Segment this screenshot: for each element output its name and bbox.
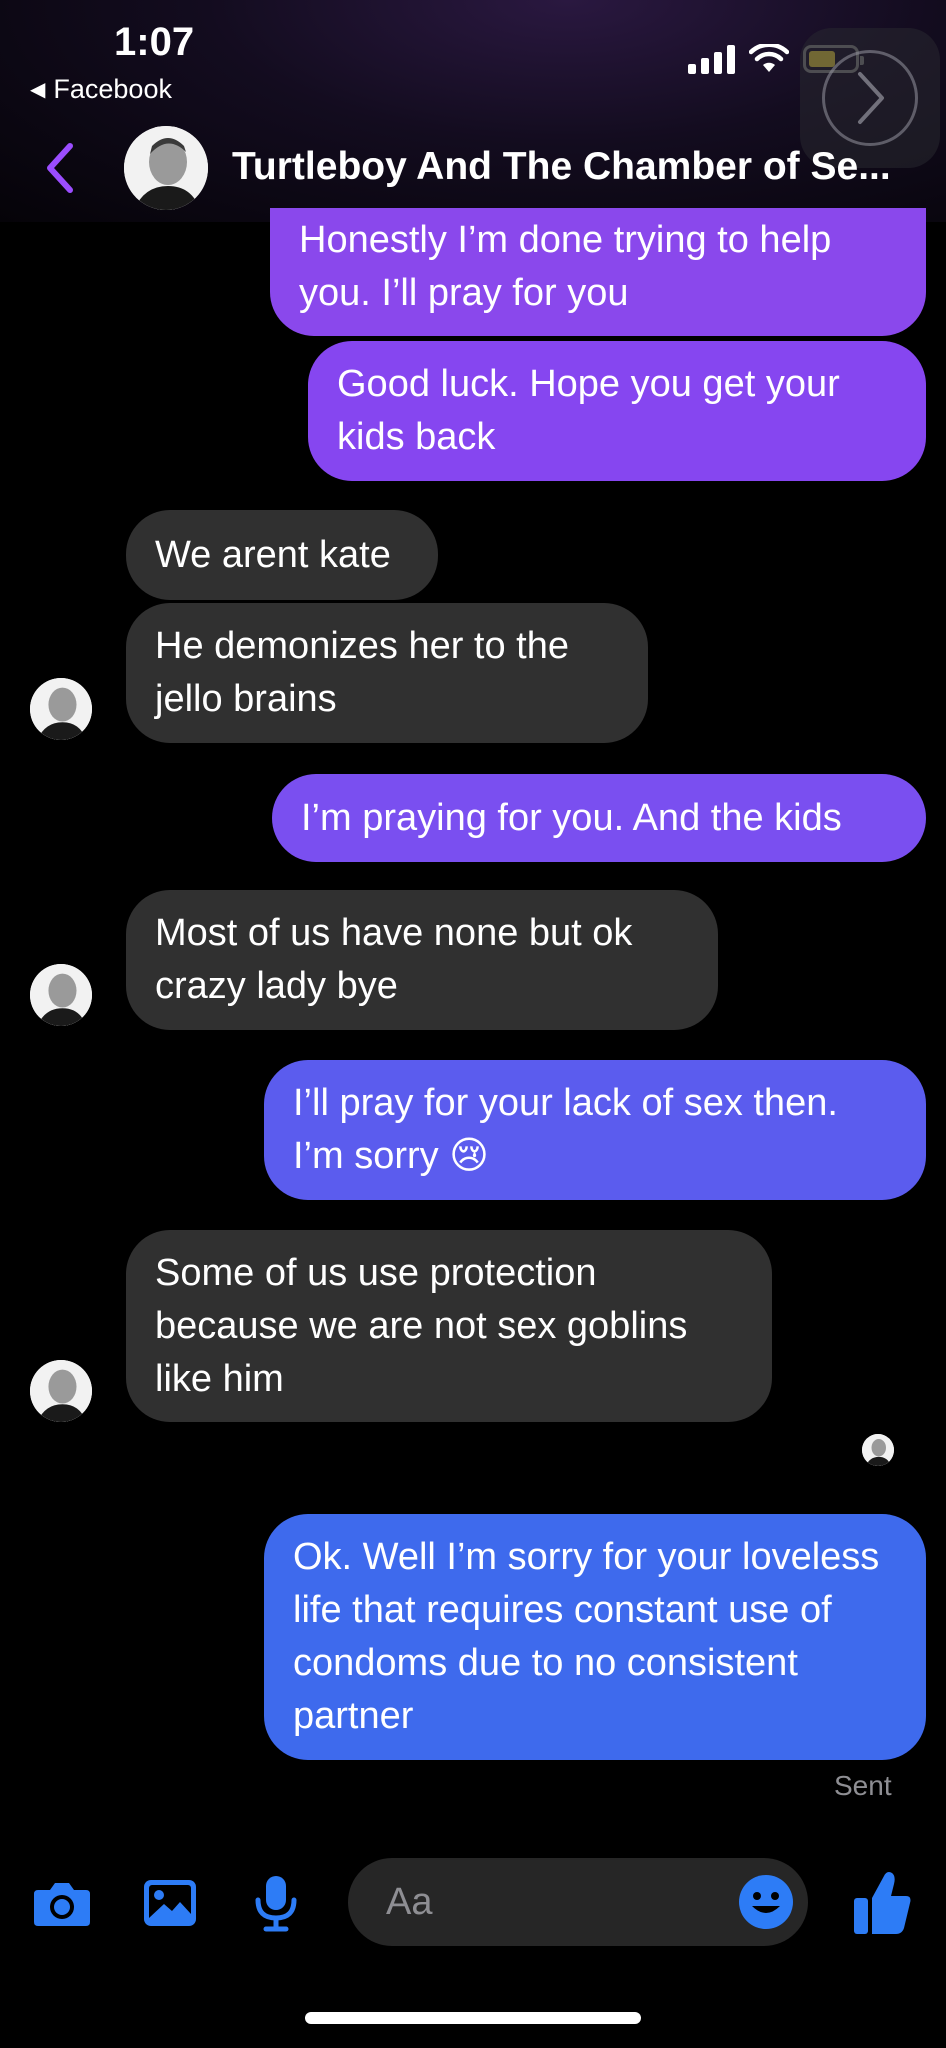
message-bubble-received[interactable]: Some of us use protection because we are… bbox=[126, 1230, 772, 1422]
sender-avatar[interactable] bbox=[30, 1360, 92, 1422]
chat-avatar[interactable] bbox=[124, 126, 208, 210]
message-bubble-sent[interactable]: I’ll pray for your lack of sex then. I’m… bbox=[264, 1060, 926, 1200]
message-text: Honestly I’m done trying to help you. I’… bbox=[299, 219, 832, 314]
camera-button[interactable] bbox=[24, 1858, 100, 1948]
message-bubble-sent[interactable]: Good luck. Hope you get your kids back bbox=[308, 341, 926, 481]
message-bubble-sent[interactable]: Ok. Well I’m sorry for your loveless lif… bbox=[264, 1514, 926, 1760]
back-app-label: Facebook bbox=[53, 74, 172, 104]
microphone-icon bbox=[255, 1876, 297, 1932]
chat-title[interactable]: Turtleboy And The Chamber of Se... bbox=[232, 145, 942, 189]
message-text: I’m praying for you. And the kids bbox=[301, 796, 842, 839]
message-bubble-received[interactable]: We arent kate bbox=[126, 510, 438, 600]
message-text: We arent kate bbox=[155, 533, 391, 576]
wifi-icon bbox=[749, 44, 789, 72]
emoji-icon[interactable] bbox=[738, 1874, 794, 1930]
gallery-button[interactable] bbox=[132, 1858, 208, 1948]
message-bubble-sent[interactable]: Honestly I’m done trying to help you. I’… bbox=[270, 208, 926, 336]
microphone-button[interactable] bbox=[238, 1858, 314, 1948]
profile-photo bbox=[124, 126, 208, 210]
delivery-status: Sent bbox=[834, 1770, 892, 1801]
back-to-app-link[interactable]: ◀ Facebook bbox=[30, 74, 172, 105]
sender-avatar[interactable] bbox=[30, 678, 92, 740]
message-bubble-received[interactable]: Most of us have none but ok crazy lady b… bbox=[126, 890, 718, 1030]
message-bubble-sent[interactable]: I’m praying for you. And the kids bbox=[272, 774, 926, 862]
message-text: Most of us have none but ok crazy lady b… bbox=[155, 912, 633, 1007]
message-bubble-received[interactable]: He demonizes her to the jello brains bbox=[126, 603, 648, 743]
back-triangle-icon: ◀ bbox=[30, 79, 46, 101]
thumbs-up-icon[interactable] bbox=[852, 1868, 912, 1936]
message-text: I’ll pray for your lack of sex then. I’m… bbox=[293, 1082, 838, 1177]
signal-icon bbox=[688, 44, 735, 74]
read-receipt-avatar bbox=[862, 1434, 894, 1466]
chevron-right-icon bbox=[858, 72, 884, 124]
message-text: Some of us use protection because we are… bbox=[155, 1251, 688, 1400]
camera-icon bbox=[34, 1883, 90, 1926]
message-text: He demonizes her to the jello brains bbox=[155, 625, 570, 720]
sender-avatar[interactable] bbox=[30, 964, 92, 1026]
gallery-icon bbox=[144, 1880, 196, 1926]
message-text: Ok. Well I’m sorry for your loveless lif… bbox=[293, 1536, 880, 1737]
message-text: Good luck. Hope you get your kids back bbox=[337, 363, 840, 458]
home-indicator[interactable] bbox=[305, 2012, 641, 2024]
back-chevron-icon[interactable] bbox=[40, 138, 80, 198]
status-time: 1:07 bbox=[114, 20, 195, 64]
